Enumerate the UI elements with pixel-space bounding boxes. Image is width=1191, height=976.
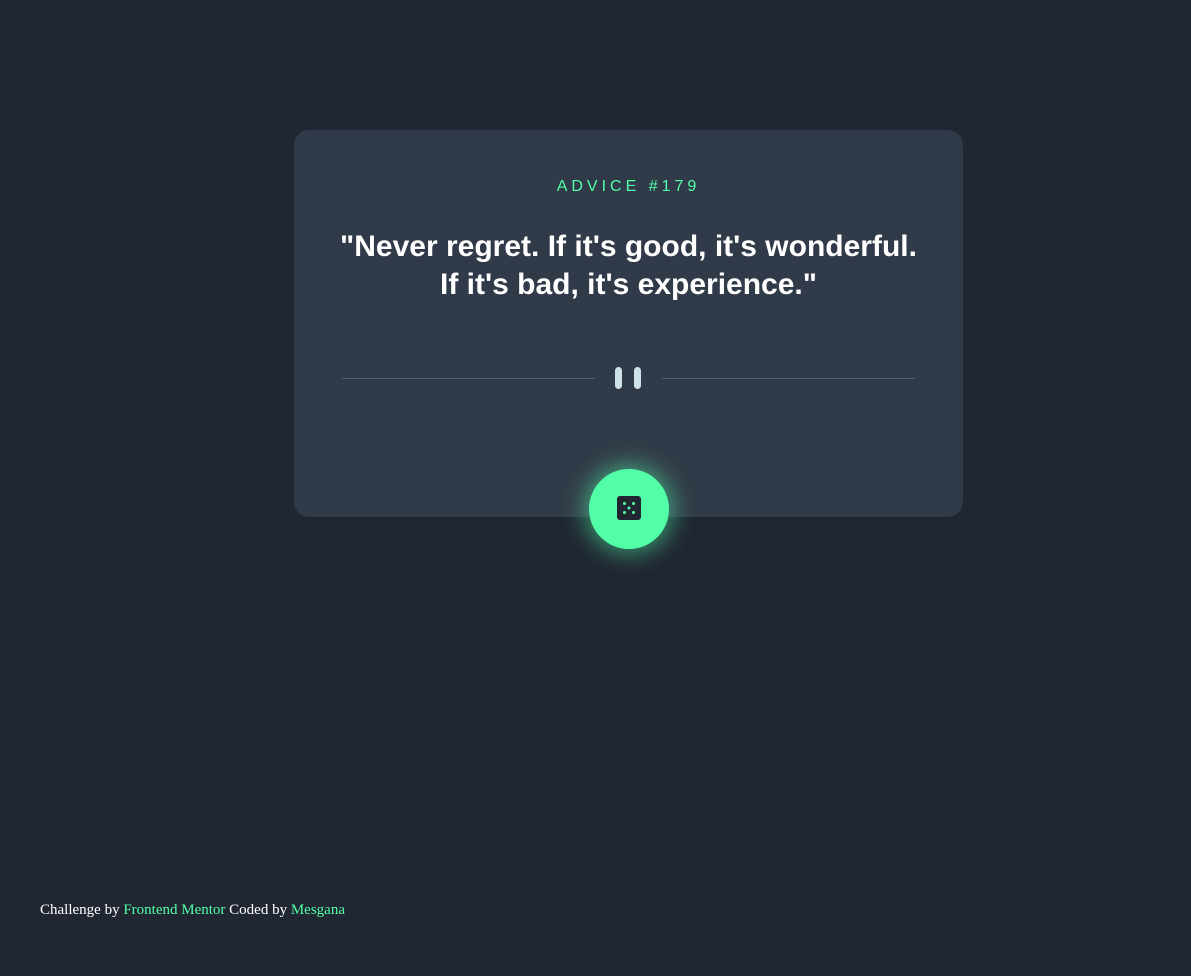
pattern-divider xyxy=(342,365,915,391)
pause-icon xyxy=(615,367,642,389)
attribution: Challenge by Frontend Mentor Coded by Me… xyxy=(40,900,345,920)
advice-id-label: ADVICE #179 xyxy=(556,178,701,195)
author-link[interactable]: Mesgana xyxy=(291,902,345,918)
advice-card: ADVICE #179 "Never regret. If it's good,… xyxy=(294,130,963,517)
divider-line-right xyxy=(662,378,915,379)
advice-quote: "Never regret. If it's good, it's wonder… xyxy=(340,230,917,301)
new-advice-button[interactable] xyxy=(589,469,669,549)
dice-icon xyxy=(617,496,641,520)
frontend-mentor-link[interactable]: Frontend Mentor xyxy=(123,902,225,918)
attribution-prefix: Challenge by xyxy=(40,902,120,918)
divider-line-left xyxy=(342,378,595,379)
attribution-middle: Coded by xyxy=(229,902,288,918)
